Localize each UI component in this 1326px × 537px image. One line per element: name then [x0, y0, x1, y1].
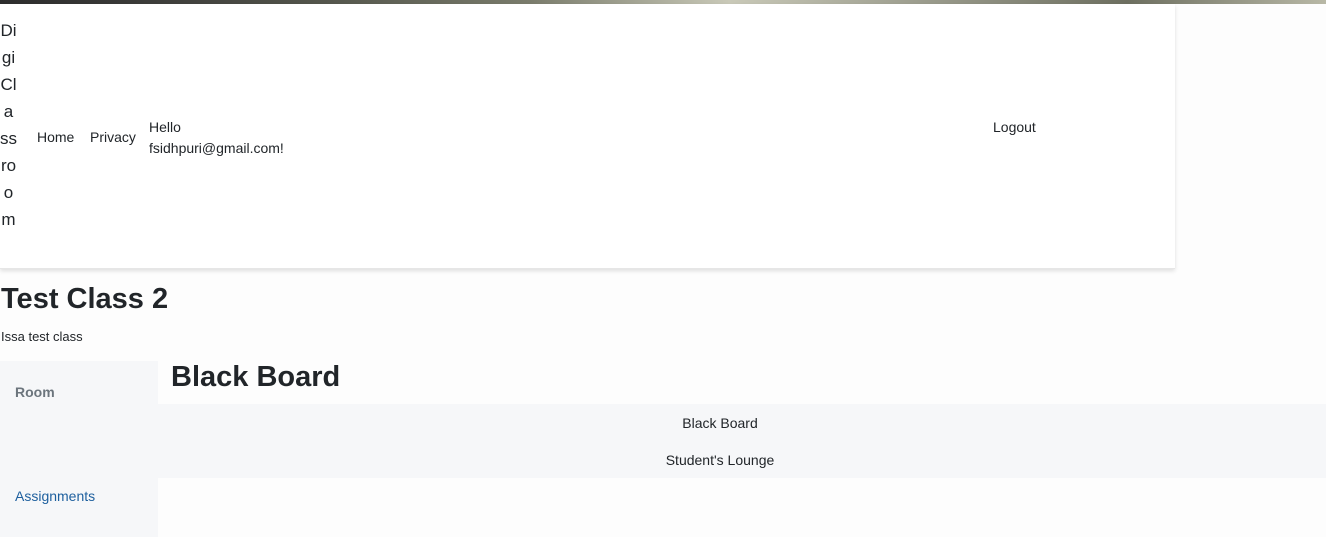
page-title: Black Board: [171, 361, 341, 393]
sidebar-item-assignments[interactable]: Assignments: [15, 488, 95, 504]
class-description: Issa test class: [1, 329, 83, 344]
room-option-black-board[interactable]: Black Board: [158, 415, 1282, 431]
room-selector-panel: Black Board Student's Lounge: [158, 404, 1326, 478]
room-option-students-lounge[interactable]: Student's Lounge: [158, 452, 1282, 468]
nav-privacy-link[interactable]: Privacy: [90, 129, 136, 145]
class-title: Test Class 2: [1, 283, 169, 315]
nav-home-link[interactable]: Home: [37, 129, 74, 145]
logout-button[interactable]: Logout: [993, 119, 1036, 135]
user-greeting: Hello fsidhpuri@gmail.com!: [149, 119, 284, 156]
class-sidebar: Room Assignments: [0, 361, 158, 537]
sidebar-heading-room: Room: [15, 384, 55, 400]
brand-link[interactable]: DigiClassroom: [0, 17, 17, 233]
navbar: DigiClassroom Home Privacy Hello fsidhpu…: [0, 4, 1175, 269]
